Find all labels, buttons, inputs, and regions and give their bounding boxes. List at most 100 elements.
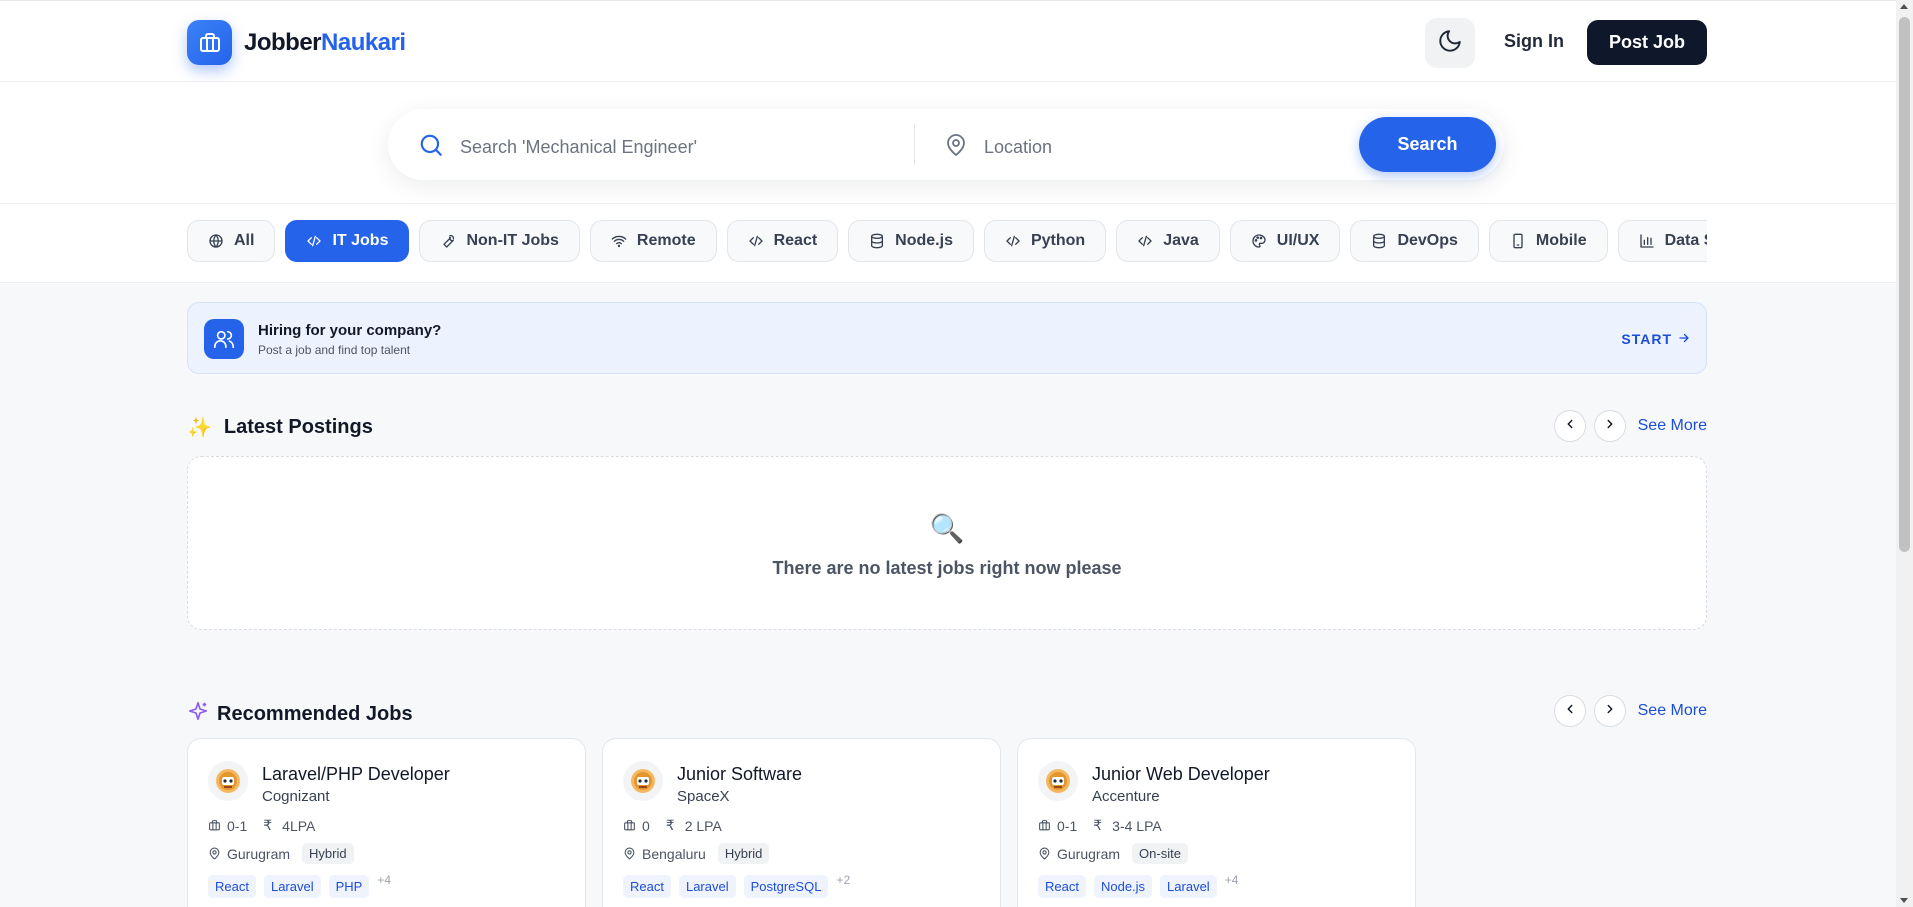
theme-toggle-button[interactable]: [1425, 18, 1475, 68]
work-mode-badge: Hybrid: [717, 843, 770, 864]
chevron-right-icon: [1603, 702, 1617, 721]
recommended-jobs-label: Recommended Jobs: [217, 702, 413, 725]
recommended-jobs-header: Recommended Jobs See More: [187, 695, 1707, 729]
code-icon: [1005, 233, 1021, 249]
job-card[interactable]: Junior Software SpaceX 0 ₹2 LPA Bengaluru Hyb…: [602, 738, 1001, 907]
recommended-prev-button[interactable]: [1553, 695, 1586, 727]
category-chip-label: Data Science: [1664, 232, 1707, 249]
job-meta: 0 ₹2 LPA: [623, 817, 722, 834]
recommended-jobs-nav: See More: [1553, 695, 1707, 727]
users-icon: [204, 319, 244, 359]
category-chip-python[interactable]: Python: [983, 220, 1107, 262]
latest-prev-button[interactable]: [1553, 410, 1586, 442]
location-input[interactable]: [984, 137, 1324, 158]
hiring-start-button[interactable]: START: [1621, 331, 1690, 347]
empty-state-message: There are no latest jobs right now pleas…: [772, 558, 1122, 578]
job-card[interactable]: Laravel/PHP Developer Cognizant 0-1 ₹4LPA Gu…: [187, 738, 586, 907]
job-title[interactable]: Junior Web Developer: [1092, 764, 1270, 785]
latest-next-button[interactable]: [1593, 410, 1626, 442]
job-meta: 0-1 ₹4LPA: [208, 817, 315, 834]
code-icon: [1137, 233, 1153, 249]
arrow-right-icon: [1678, 331, 1690, 347]
chevron-left-icon: [1563, 417, 1577, 436]
hiring-subtitle: Post a job and find top talent: [258, 343, 411, 357]
category-chip-it-jobs[interactable]: IT Jobs: [285, 220, 410, 262]
skill-tag: React: [1038, 875, 1086, 898]
hiring-title: Hiring for your company?: [258, 322, 442, 339]
work-mode-badge: On-site: [1132, 843, 1188, 864]
category-chip-devops[interactable]: DevOps: [1350, 220, 1479, 262]
globe-icon: [208, 233, 224, 249]
category-chip-mobile[interactable]: Mobile: [1488, 220, 1608, 262]
map-pin-icon: [944, 132, 968, 163]
company-name: SpaceX: [677, 788, 730, 805]
recommended-see-more-link[interactable]: See More: [1638, 702, 1707, 720]
company-name: Accenture: [1092, 788, 1160, 805]
category-chip-non-it-jobs[interactable]: Non-IT Jobs: [419, 220, 580, 262]
category-chip-node-js[interactable]: Node.js: [848, 220, 974, 262]
job-search-input[interactable]: [460, 137, 900, 158]
scrollbar-thumb[interactable]: [1899, 17, 1910, 552]
moon-icon: [1437, 28, 1463, 59]
wifi-icon: [611, 233, 627, 249]
wrench-icon: [440, 233, 456, 249]
code-icon: [306, 233, 322, 249]
category-chip-label: IT Jobs: [332, 232, 389, 249]
top-navbar: JobberNaukari Sign In Post Job: [0, 0, 1896, 82]
database-icon: [869, 233, 885, 249]
recommended-jobs-list: Laravel/PHP Developer Cognizant 0-1 ₹4LPA Gu…: [187, 738, 1416, 907]
latest-postings-nav: See More: [1553, 410, 1707, 442]
magnifier-icon: 🔍: [929, 513, 965, 544]
category-chip-label: React: [773, 232, 818, 249]
category-filter-bar: All IT Jobs Non-IT Jobs Remote React Node.js P…: [0, 204, 1896, 283]
company-logo: [623, 761, 663, 801]
vertical-scrollbar[interactable]: [1896, 0, 1913, 907]
category-chip-react[interactable]: React: [726, 220, 839, 262]
category-list: All IT Jobs Non-IT Jobs Remote React Node.js P…: [187, 220, 1707, 266]
category-chip-label: All: [234, 232, 255, 249]
category-chip-data-science[interactable]: Data Science: [1617, 220, 1707, 262]
logo-text: JobberNaukari: [244, 29, 406, 57]
more-skills-count: +2: [836, 873, 851, 887]
sign-in-button[interactable]: Sign In: [1504, 31, 1564, 52]
logo[interactable]: JobberNaukari: [187, 20, 406, 65]
category-chip-remote[interactable]: Remote: [589, 220, 717, 262]
more-skills-count: +4: [1224, 873, 1239, 887]
scroll-down-arrow-icon[interactable]: [1900, 898, 1908, 903]
chevron-left-icon: [1563, 702, 1577, 721]
recommended-next-button[interactable]: [1593, 695, 1626, 727]
category-chip-ui-ux[interactable]: UI/UX: [1229, 220, 1341, 262]
job-title[interactable]: Laravel/PHP Developer: [262, 764, 450, 785]
job-meta: 0-1 ₹3-4 LPA: [1038, 817, 1162, 834]
post-job-button[interactable]: Post Job: [1587, 20, 1707, 65]
latest-postings-label: Latest Postings: [223, 416, 373, 438]
latest-postings-empty-state: 🔍 There are no latest jobs right now ple…: [187, 456, 1707, 630]
database-icon: [1371, 233, 1387, 249]
chevron-right-icon: [1603, 417, 1617, 436]
latest-see-more-link[interactable]: See More: [1638, 417, 1707, 435]
rupee-icon: ₹: [665, 817, 675, 833]
job-title[interactable]: Junior Software: [677, 764, 802, 785]
latest-postings-title: ✨ Latest Postings: [187, 415, 373, 440]
search-button[interactable]: Search: [1359, 117, 1496, 172]
location: Gurugram: [1057, 845, 1121, 862]
category-chip-label: DevOps: [1397, 232, 1458, 249]
location: Bengaluru: [642, 845, 706, 862]
search-divider: [914, 124, 915, 165]
company-logo: [208, 761, 248, 801]
job-card[interactable]: Junior Web Developer Accenture 0-1 ₹3-4 LPA…: [1017, 738, 1416, 907]
category-chip-label: Mobile: [1535, 232, 1587, 249]
skill-tag: React: [623, 875, 671, 898]
briefcase-icon: [187, 20, 232, 65]
briefcase-icon: [208, 819, 221, 832]
work-mode-badge: Hybrid: [302, 843, 354, 864]
sparkle-icon: [187, 700, 209, 728]
skill-tag: Laravel: [263, 875, 321, 898]
scroll-up-arrow-icon[interactable]: [1900, 4, 1908, 9]
category-chip-all[interactable]: All: [187, 220, 276, 262]
category-chip-java[interactable]: Java: [1116, 220, 1220, 262]
skill-tags: React Laravel PostgreSQL +2: [623, 873, 851, 898]
latest-postings-header: ✨ Latest Postings See More: [187, 410, 1707, 444]
job-location-row: Gurugram Hybrid: [208, 843, 354, 864]
skill-tag: PostgreSQL: [743, 875, 829, 898]
